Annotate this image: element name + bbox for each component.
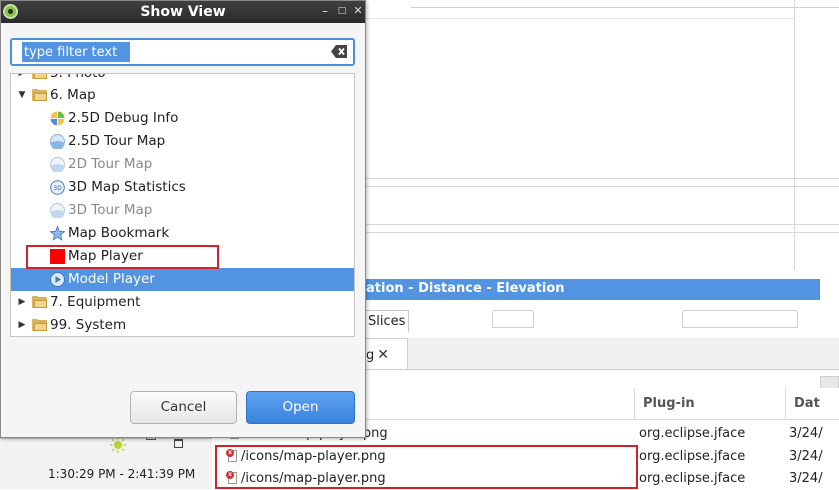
column-header-plugin[interactable]: Plug-in [634,388,785,420]
tree-folder-label: 6. Map [50,87,96,103]
expand-arrow-icon[interactable]: ▶ [16,314,28,336]
tree-item-2d-tour-map[interactable]: 2D Tour Map [11,153,354,176]
tab-slices[interactable]: Slices [364,310,410,332]
folder-icon [32,74,47,79]
tree-folder-label: 99. System [50,317,127,333]
tree-item-3d-tour-map[interactable]: 3D Tour Map [11,199,354,222]
tree-item-label: 3D Tour Map [68,202,153,218]
tour-map-icon [50,134,65,149]
tree-item-2-5d-debug-info[interactable]: 2.5D Debug Info [11,107,354,130]
play-icon [50,272,65,287]
tree-item-label: 2.5D Debug Info [68,110,179,126]
tour-map-icon [50,157,65,172]
close-window-icon[interactable]: ✕ [350,3,366,19]
statistics-globe-icon: 3D [50,180,65,195]
tree-item-model-player[interactable]: Model Player [11,268,354,291]
svg-text:3D: 3D [53,185,62,192]
table-cell-date: 3/24/ [789,449,823,464]
upper-right-panel [366,0,839,270]
minimize-window-icon[interactable]: – [317,3,333,19]
table-cell-plugin: org.eclipse.jface [639,449,746,464]
table-cell-date: 3/24/ [789,471,823,486]
maximize-icon[interactable] [174,439,183,448]
show-view-dialog: Show View – □ ✕ ▶ 5. Photo ▼ 6. Map [0,0,366,438]
open-button[interactable]: Open [246,391,355,424]
table-cell-plugin: org.eclipse.jface [639,471,746,486]
tree-item-label: Model Player [68,271,155,287]
dialog-titlebar[interactable]: Show View – □ ✕ [1,1,365,23]
folder-icon [32,296,47,308]
expand-arrow-icon[interactable]: ▶ [16,291,28,314]
tour-map-icon [50,203,65,218]
cancel-button[interactable]: Cancel [130,391,237,424]
tab-blank-1[interactable] [492,310,534,328]
chart-header-bar: ation - Distance - Elevation [360,279,820,300]
open-folder-icon [32,89,47,101]
tree-item-label: 2.5D Tour Map [68,133,166,149]
column-header-date[interactable]: Dat [785,388,839,420]
table-cell-plugin: org.eclipse.jface [639,426,746,441]
tree-item-2-5d-tour-map[interactable]: 2.5D Tour Map [11,130,354,153]
tab-blank-2[interactable] [682,310,798,328]
tour-time-range: 1:30:29 PM - 2:41:39 PM [48,467,196,481]
tree-folder-equipment[interactable]: ▶ 7. Equipment [11,291,354,314]
tree-item-label: 3D Map Statistics [68,179,186,195]
debug-globe-icon [50,111,65,126]
close-icon[interactable]: ✕ [377,347,389,363]
table-cell-date: 3/24/ [789,426,823,441]
star-icon [50,226,65,241]
chart-tabs-row: Slices [360,306,820,336]
folder-icon [32,319,47,331]
filter-field[interactable] [10,38,355,66]
view-tree[interactable]: ▶ 5. Photo ▼ 6. Map 2.5D Debug Info 2.5D… [10,73,355,337]
sun-icon[interactable] [110,437,126,453]
tree-item-3d-map-statistics[interactable]: 3D 3D Map Statistics [11,176,354,199]
tree-folder-system[interactable]: ▶ 99. System [11,314,354,336]
tree-item-map-bookmark[interactable]: Map Bookmark [11,222,354,245]
highlight-box-map-player [26,245,219,269]
log-tabstrip [356,338,839,370]
tree-item-label: 2D Tour Map [68,156,153,172]
filter-input[interactable] [22,42,130,62]
collapse-arrow-icon[interactable]: ▼ [16,84,28,107]
tree-folder-map[interactable]: ▼ 6. Map [11,84,354,107]
maximize-window-icon[interactable]: □ [334,3,350,19]
highlight-box-log-rows [215,445,638,489]
tree-item-label: Map Bookmark [68,225,170,241]
tree-folder-label: 7. Equipment [50,294,141,310]
clear-filter-icon[interactable] [331,45,347,58]
dialog-title: Show View [140,4,226,20]
